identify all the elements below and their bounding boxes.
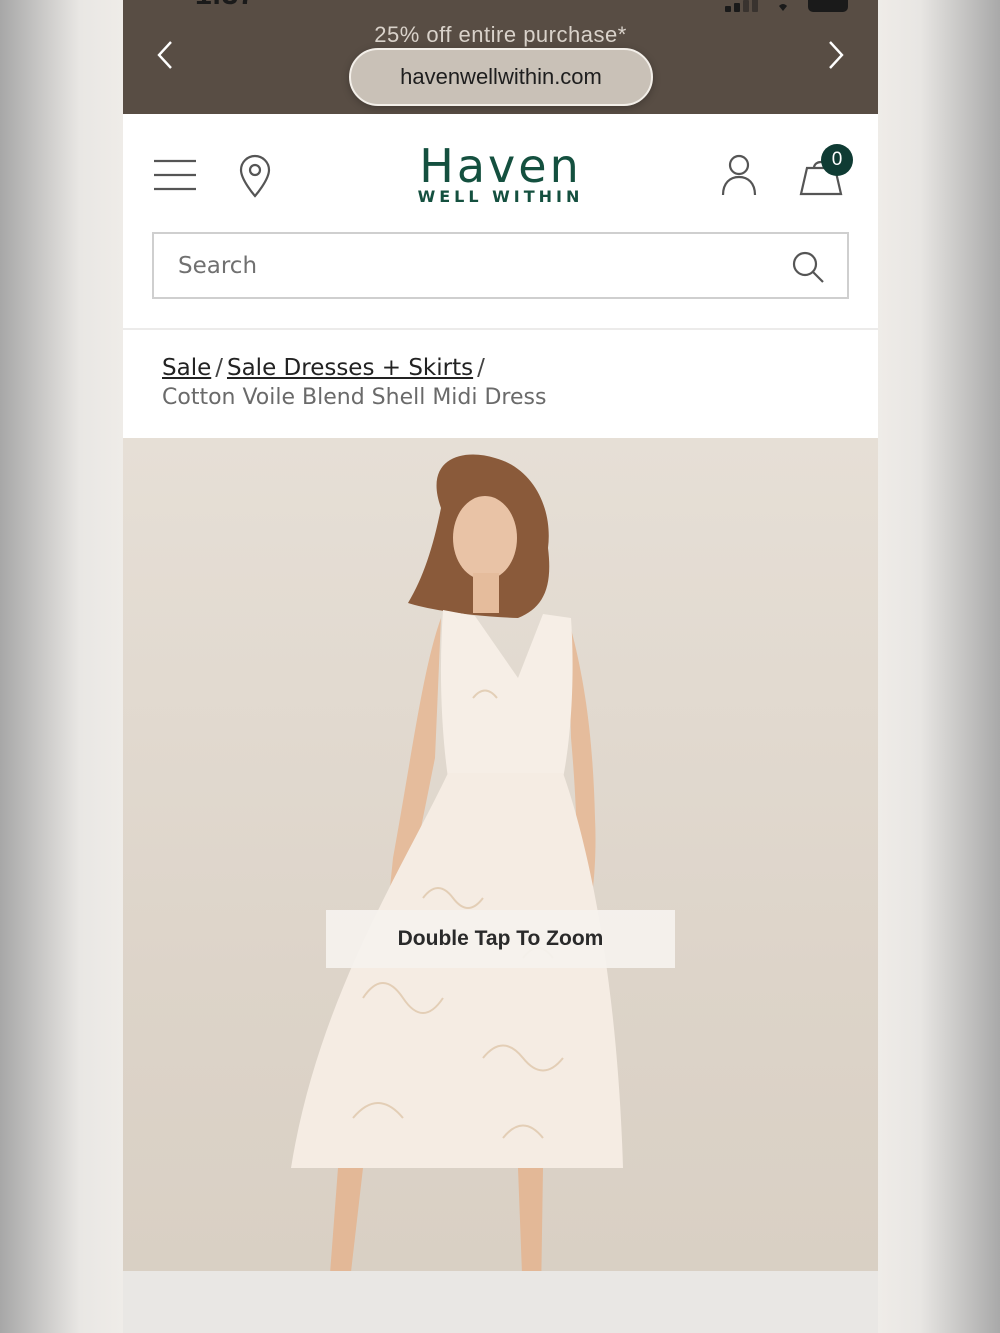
site-logo[interactable]: Haven WELL WITHIN (393, 139, 608, 206)
search-input[interactable] (178, 234, 758, 297)
menu-icon[interactable] (153, 158, 197, 192)
promo-bar: 1:37 25% off entire purchase* havenwellw… (123, 0, 878, 114)
zoom-hint: Double Tap To Zoom (326, 910, 675, 968)
battery-icon (808, 0, 848, 12)
url-bar[interactable]: havenwellwithin.com (349, 48, 653, 106)
status-time: 1:37 (195, 0, 255, 12)
signal-icon (725, 0, 758, 12)
search-icon[interactable] (791, 250, 825, 284)
breadcrumb: Sale / Sale Dresses + Skirts / Cotton Voile… (123, 332, 878, 438)
search-bar (152, 232, 849, 299)
site-header: Haven WELL WITHIN 0 (123, 114, 878, 330)
breadcrumb-separator: / (477, 355, 485, 381)
product-photo (291, 454, 623, 1300)
promo-text[interactable]: 25% off entire purchase* (123, 22, 878, 48)
breadcrumb-separator: / (215, 355, 223, 381)
location-pin-icon[interactable] (238, 154, 272, 198)
status-icons (725, 0, 848, 12)
chevron-right-icon[interactable] (822, 36, 850, 74)
breadcrumb-link-sale[interactable]: Sale (162, 355, 211, 381)
floor-backdrop (123, 1271, 878, 1333)
logo-wordmark: Haven (419, 139, 582, 193)
user-icon[interactable] (721, 154, 757, 196)
cart-count-badge[interactable]: 0 (821, 144, 853, 176)
breadcrumb-link-sale-dresses-skirts[interactable]: Sale Dresses + Skirts (227, 355, 473, 381)
breadcrumb-current: Cotton Voile Blend Shell Midi Dress (162, 385, 547, 410)
product-image[interactable]: Double Tap To Zoom (123, 438, 878, 1333)
wifi-icon (779, 4, 787, 11)
chevron-left-icon[interactable] (151, 36, 179, 74)
logo-tagline: WELL WITHIN (417, 187, 584, 206)
phone-screen: 1:37 25% off entire purchase* havenwellw… (123, 0, 878, 1333)
breadcrumb-links: Sale / Sale Dresses + Skirts / (162, 352, 878, 384)
